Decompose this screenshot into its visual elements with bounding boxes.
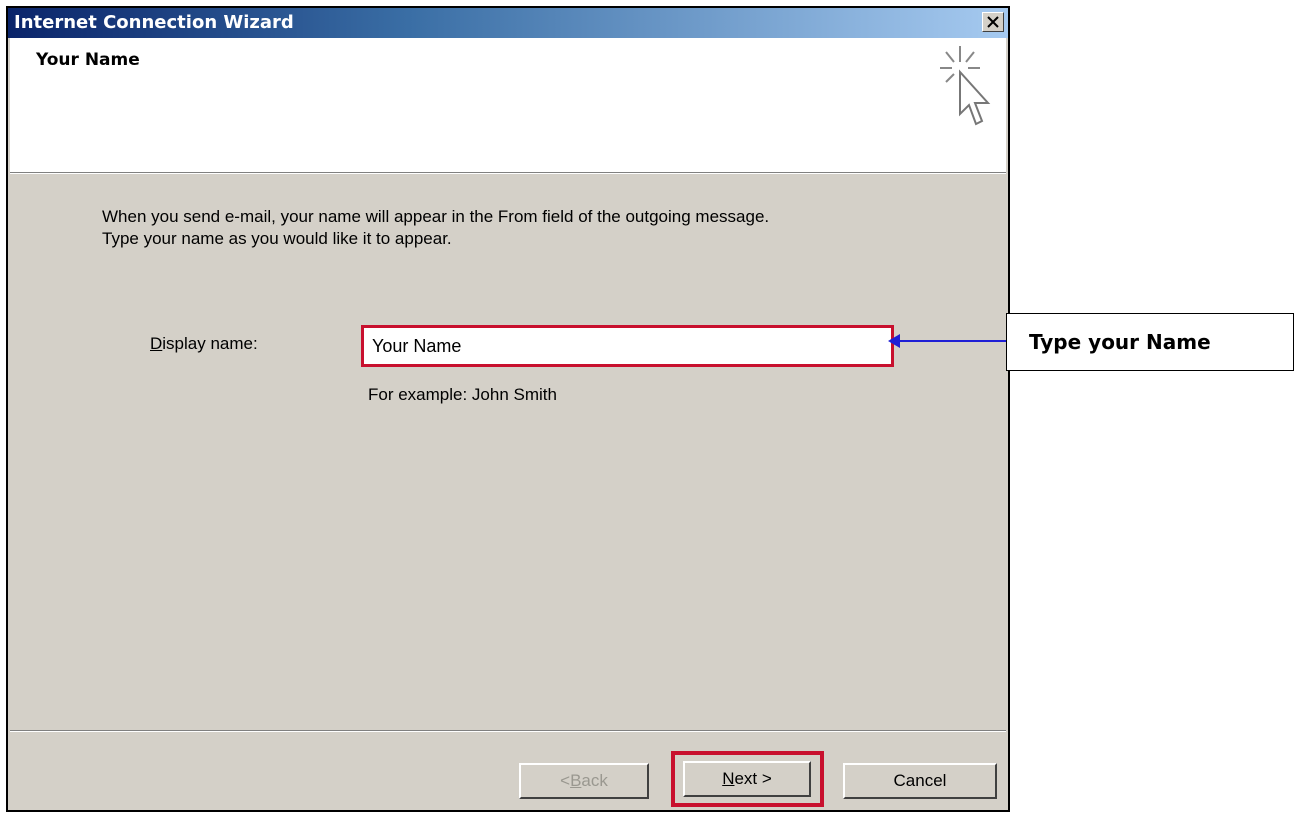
header-panel bbox=[10, 38, 1006, 172]
footer-separator bbox=[10, 730, 1006, 732]
close-button[interactable] bbox=[982, 12, 1004, 32]
example-hint: For example: John Smith bbox=[368, 385, 557, 404]
title-bar: Internet Connection Wizard bbox=[8, 8, 1008, 38]
back-button[interactable]: < Back bbox=[519, 763, 649, 799]
description-line-2: Type your name as you would like it to a… bbox=[102, 229, 452, 248]
page-title: Your Name bbox=[36, 50, 140, 70]
wizard-cursor-icon bbox=[940, 46, 991, 126]
next-button-highlight: Next > bbox=[671, 751, 824, 807]
wizard-window: Internet Connection Wizard Your Name Whe… bbox=[6, 6, 1010, 812]
window-title: Internet Connection Wizard bbox=[14, 12, 294, 33]
header-separator bbox=[10, 172, 1006, 174]
callout-label: Type your Name bbox=[1006, 313, 1294, 371]
cancel-button[interactable]: Cancel bbox=[843, 763, 997, 799]
display-name-label: Display name: bbox=[150, 334, 258, 353]
next-button[interactable]: Next > bbox=[683, 761, 811, 797]
close-icon bbox=[987, 16, 999, 28]
arrow-left-icon bbox=[888, 334, 900, 348]
description-text: When you send e-mail, your name will app… bbox=[102, 206, 962, 250]
display-name-input[interactable] bbox=[361, 325, 894, 367]
description-line-1: When you send e-mail, your name will app… bbox=[102, 207, 770, 226]
callout-arrow-line bbox=[892, 340, 1008, 342]
